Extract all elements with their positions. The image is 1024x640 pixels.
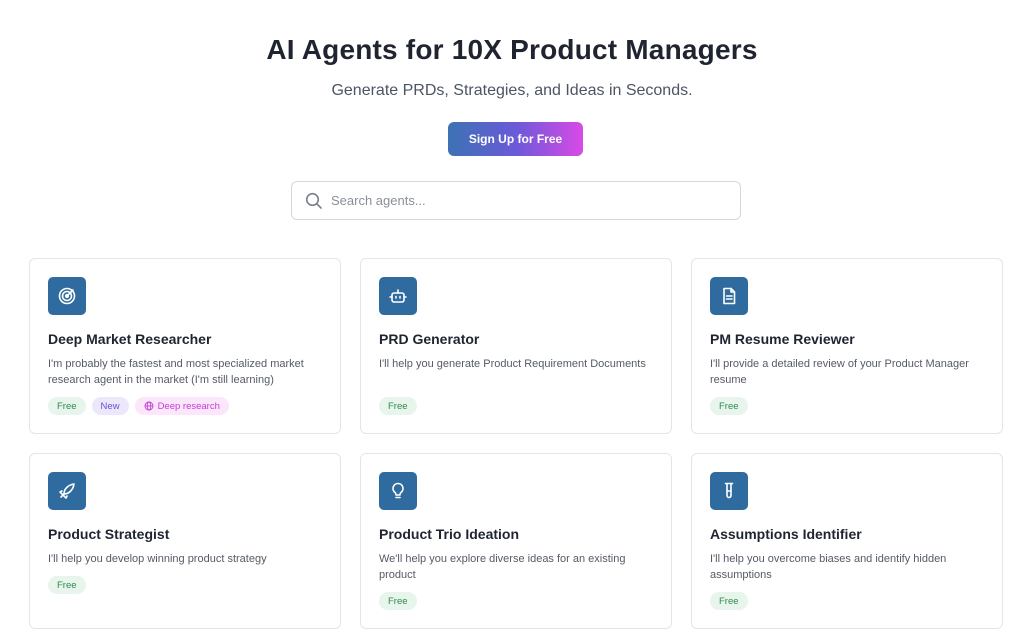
document-icon <box>710 277 748 315</box>
agent-title: Assumptions Identifier <box>710 526 862 542</box>
page-subtitle: Generate PRDs, Strategies, and Ideas in … <box>331 82 693 99</box>
agent-description: I'll help you overcome biases and identi… <box>710 553 947 581</box>
agent-card-assumptions-identifier[interactable]: Assumptions Identifier I'll help you ove… <box>691 453 1003 629</box>
page-title: AI Agents for 10X Product Managers <box>266 34 758 65</box>
agent-card-deep-market-researcher[interactable]: Deep Market Researcher I'm probably the … <box>29 258 341 434</box>
free-badge: Free <box>48 397 86 415</box>
search-input[interactable] <box>331 193 721 208</box>
agent-title: Product Strategist <box>48 526 170 542</box>
agent-card-product-trio-ideation[interactable]: Product Trio Ideation We'll help you exp… <box>360 453 672 629</box>
test-tube-icon <box>710 472 748 510</box>
free-badge: Free <box>710 592 748 610</box>
free-badge: Free <box>379 592 417 610</box>
agent-title: Product Trio Ideation <box>379 526 520 542</box>
tag-list: Free New Deep research <box>48 397 229 415</box>
tag-list: Free <box>710 592 748 610</box>
robot-icon <box>379 277 417 315</box>
landing-page: AI Agents for 10X Product Managers Gener… <box>0 0 1024 640</box>
lightbulb-icon <box>379 472 417 510</box>
agent-description: I'm probably the fastest and most specia… <box>48 358 304 386</box>
tag-list: Free <box>710 397 748 415</box>
deep-research-badge: Deep research <box>134 397 229 415</box>
rocket-icon <box>48 472 86 510</box>
tag-list: Free <box>48 576 86 594</box>
sign-up-button[interactable]: Sign Up for Free <box>448 122 583 156</box>
agent-description: I'll help you generate Product Requireme… <box>379 358 646 370</box>
free-badge: Free <box>48 576 86 594</box>
deep-research-label: Deep research <box>157 400 220 412</box>
agent-description: I'll help you develop winning product st… <box>48 553 267 565</box>
free-badge: Free <box>710 397 748 415</box>
radar-target-icon <box>48 277 86 315</box>
free-badge: Free <box>379 397 417 415</box>
agent-description: I'll provide a detailed review of your P… <box>710 358 969 386</box>
tag-list: Free <box>379 397 417 415</box>
agent-card-prd-generator[interactable]: PRD Generator I'll help you generate Pro… <box>360 258 672 434</box>
search-icon <box>305 192 323 210</box>
new-badge: New <box>91 397 129 415</box>
globe-icon <box>144 401 154 411</box>
agent-title: PM Resume Reviewer <box>710 331 855 347</box>
search-box[interactable] <box>291 181 741 220</box>
tag-list: Free <box>379 592 417 610</box>
agent-card-pm-resume-reviewer[interactable]: PM Resume Reviewer I'll provide a detail… <box>691 258 1003 434</box>
agent-card-product-strategist[interactable]: Product Strategist I'll help you develop… <box>29 453 341 629</box>
agent-description: We'll help you explore diverse ideas for… <box>379 553 626 581</box>
agent-title: PRD Generator <box>379 331 480 347</box>
agent-title: Deep Market Researcher <box>48 331 212 347</box>
